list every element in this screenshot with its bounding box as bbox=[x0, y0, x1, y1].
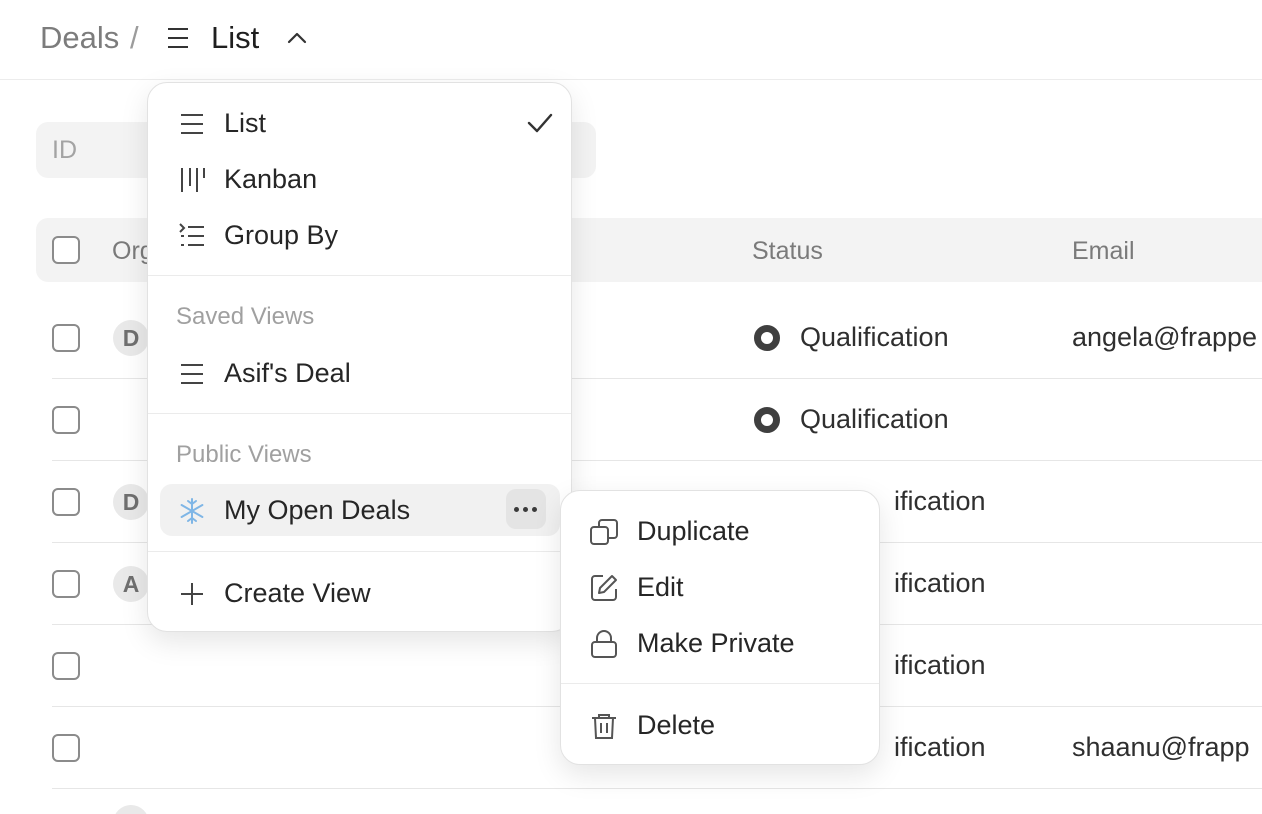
more-options-button[interactable] bbox=[506, 489, 546, 529]
column-status[interactable]: Status bbox=[752, 237, 823, 266]
avatar bbox=[113, 805, 149, 814]
more-dot bbox=[514, 507, 519, 512]
avatar: D bbox=[113, 484, 149, 520]
more-dot bbox=[532, 507, 537, 512]
status-text: ification bbox=[894, 486, 986, 516]
row-checkbox[interactable] bbox=[52, 734, 80, 762]
edit-icon bbox=[591, 575, 617, 601]
row-checkbox[interactable] bbox=[52, 488, 80, 516]
column-email[interactable]: Email bbox=[1072, 237, 1135, 266]
view-option-list[interactable]: List bbox=[160, 97, 560, 149]
edit-menu-item[interactable]: Edit bbox=[571, 561, 871, 613]
public-views-heading: Public Views bbox=[176, 441, 312, 468]
row-checkbox[interactable] bbox=[52, 652, 80, 680]
status-indicator-icon bbox=[754, 325, 780, 351]
list-icon bbox=[181, 364, 203, 384]
make-private-menu-item[interactable]: Make Private bbox=[571, 617, 871, 669]
breadcrumb-deals[interactable]: Deals bbox=[40, 20, 119, 56]
status-text: Qualification bbox=[800, 322, 949, 352]
create-view-label: Create View bbox=[224, 578, 371, 608]
group-by-icon bbox=[179, 223, 204, 246]
menu-divider bbox=[148, 551, 571, 552]
status-text: ification bbox=[894, 732, 986, 762]
duplicate-icon bbox=[590, 519, 618, 545]
list-icon bbox=[168, 28, 188, 48]
public-view-my-open-deals[interactable]: My Open Deals bbox=[160, 484, 560, 536]
email-cell: shaanu@frapp bbox=[1072, 732, 1250, 762]
status-text: Qualification bbox=[800, 404, 949, 434]
row-checkbox[interactable] bbox=[52, 406, 80, 434]
avatar: A bbox=[113, 566, 149, 602]
page-header: Deals / List bbox=[0, 0, 1262, 80]
kanban-icon bbox=[181, 168, 205, 192]
menu-divider bbox=[148, 413, 571, 414]
view-dropdown-menu: List Kanban Group By Saved Views Asif's … bbox=[147, 82, 572, 632]
make-private-label: Make Private bbox=[637, 628, 795, 658]
saved-view-label: Asif's Deal bbox=[224, 358, 351, 388]
delete-menu-item[interactable]: Delete bbox=[571, 699, 871, 751]
breadcrumb-separator: / bbox=[130, 20, 139, 55]
delete-label: Delete bbox=[637, 710, 716, 740]
saved-views-heading: Saved Views bbox=[176, 303, 315, 330]
status-indicator-icon bbox=[754, 407, 780, 433]
select-all-checkbox[interactable] bbox=[52, 236, 80, 264]
lock-icon bbox=[591, 630, 617, 658]
duplicate-label: Duplicate bbox=[637, 516, 750, 546]
status-text: ification bbox=[894, 650, 986, 680]
chevron-up-icon bbox=[287, 32, 307, 44]
saved-view-asifs-deal[interactable]: Asif's Deal bbox=[160, 347, 560, 399]
view-option-group-by[interactable]: Group By bbox=[160, 209, 560, 261]
view-option-kanban[interactable]: Kanban bbox=[160, 153, 560, 205]
more-dot bbox=[523, 507, 528, 512]
public-view-label: My Open Deals bbox=[224, 495, 411, 525]
view-option-label: Group By bbox=[224, 220, 339, 250]
menu-divider bbox=[561, 683, 879, 684]
menu-divider bbox=[148, 275, 571, 276]
snowflake-icon bbox=[180, 498, 204, 524]
current-view-label: List bbox=[211, 20, 260, 55]
row-checkbox[interactable] bbox=[52, 324, 80, 352]
view-context-menu: Duplicate Edit Make Private Delete bbox=[560, 490, 880, 765]
list-icon bbox=[181, 114, 203, 134]
plus-icon bbox=[181, 583, 203, 605]
view-option-label: List bbox=[224, 108, 267, 138]
email-cell: angela@frappe bbox=[1072, 322, 1258, 352]
checkmark-icon bbox=[527, 113, 553, 133]
create-view-button[interactable]: Create View bbox=[160, 567, 560, 619]
view-switcher-button[interactable]: List bbox=[160, 14, 320, 64]
view-option-label: Kanban bbox=[224, 164, 318, 194]
avatar: D bbox=[113, 320, 149, 356]
edit-label: Edit bbox=[637, 572, 684, 602]
status-text: ification bbox=[894, 568, 986, 598]
trash-icon bbox=[592, 714, 616, 739]
row-checkbox[interactable] bbox=[52, 570, 80, 598]
duplicate-menu-item[interactable]: Duplicate bbox=[571, 505, 871, 557]
